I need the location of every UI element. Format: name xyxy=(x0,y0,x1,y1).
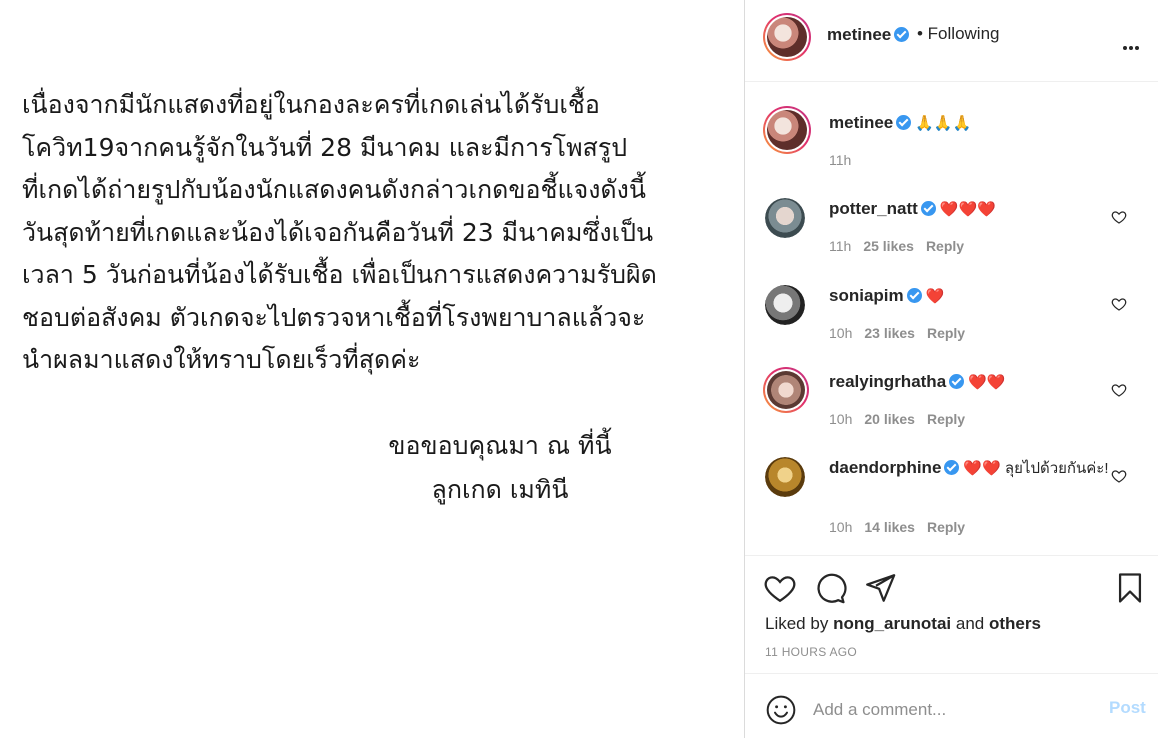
comment-text: ❤️ xyxy=(925,288,945,305)
post-header: metinee • Following xyxy=(745,0,1158,82)
comment-text-line: potter_natt ❤️❤️❤️ xyxy=(829,198,1109,221)
caption-text: 🙏🙏🙏 xyxy=(915,115,972,132)
comment-likes[interactable]: 25 likes xyxy=(863,238,914,254)
comment-meta: 10h 23 likes Reply xyxy=(829,325,965,341)
like-comment-heart-icon[interactable] xyxy=(1111,382,1127,398)
reply-button[interactable]: Reply xyxy=(927,519,965,535)
post-image-signoff: ขอขอบคุณมา ณ ที่นี้ ลูกเกด เมทินี xyxy=(388,431,612,504)
comment-text-line: realyingrhatha ❤️❤️ xyxy=(829,371,1109,394)
comment-likes[interactable]: 14 likes xyxy=(864,519,915,535)
comment-text-line: daendorphine ❤️❤️ ลุยไปด้วยกันค่ะ! xyxy=(829,457,1109,480)
caption-avatar[interactable] xyxy=(763,106,811,154)
reply-button[interactable]: Reply xyxy=(927,325,965,341)
comment-username[interactable]: soniapim xyxy=(829,286,904,305)
author-avatar[interactable] xyxy=(763,13,811,61)
caption-meta: 11h xyxy=(829,152,851,168)
comment-username[interactable]: potter_natt xyxy=(829,199,918,218)
comment-likes[interactable]: 23 likes xyxy=(864,325,915,341)
comment-meta: 10h 20 likes Reply xyxy=(829,411,965,427)
emoji-smile-icon[interactable] xyxy=(765,694,797,726)
comment-text-line: soniapim ❤️ xyxy=(829,285,1109,308)
comment-username[interactable]: daendorphine xyxy=(829,458,941,477)
comment-time: 11h xyxy=(829,238,852,254)
like-comment-heart-icon[interactable] xyxy=(1111,209,1127,225)
comment-time: 10h xyxy=(829,411,853,427)
like-heart-icon[interactable] xyxy=(763,571,797,605)
verified-icon xyxy=(944,460,960,475)
reply-button[interactable]: Reply xyxy=(927,411,965,427)
like-comment-heart-icon[interactable] xyxy=(1111,296,1127,312)
verified-icon xyxy=(920,201,936,216)
post-comment-button[interactable]: Post xyxy=(1109,698,1146,718)
caption-text-line: metinee 🙏🙏🙏 xyxy=(829,112,1109,135)
author-name-wrap: metinee xyxy=(827,25,910,45)
comment-username[interactable]: realyingrhatha xyxy=(829,372,946,391)
comment-time: 10h xyxy=(829,325,853,341)
liked-by-user[interactable]: nong_arunotai xyxy=(833,614,951,633)
post-side-panel: metinee • Following metinee 🙏🙏🙏 11h potte… xyxy=(744,0,1158,738)
author-username[interactable]: metinee xyxy=(827,25,891,44)
post-image-body-text: เนื่องจากมีนักแสดงที่อยู่ในกองละครที่เกด… xyxy=(22,90,657,374)
post-time-ago[interactable]: 11 HOURS AGO xyxy=(765,645,857,659)
reply-button[interactable]: Reply xyxy=(926,238,964,254)
comments-list: metinee 🙏🙏🙏 11h potter_natt ❤️❤️❤️ 11h 25 l… xyxy=(745,82,1158,554)
post-image: เนื่องจากมีนักแสดงที่อยู่ในกองละครที่เกด… xyxy=(0,0,744,738)
like-comment-heart-icon[interactable] xyxy=(1111,468,1127,484)
liked-by-and: and xyxy=(955,614,985,633)
comment-avatar[interactable] xyxy=(765,198,805,238)
comment-avatar[interactable] xyxy=(765,457,805,497)
more-options-icon[interactable] xyxy=(1123,35,1143,50)
comment-text: ❤️❤️ ลุยไปด้วยกันค่ะ! xyxy=(963,460,1109,477)
following-button[interactable]: • Following xyxy=(917,24,1000,44)
share-paper-plane-icon[interactable] xyxy=(863,571,897,605)
caption-time: 11h xyxy=(829,152,852,168)
verified-icon xyxy=(896,115,912,130)
save-bookmark-icon[interactable] xyxy=(1113,571,1147,605)
liked-by: Liked by nong_arunotai and others xyxy=(765,614,1041,634)
comment-time: 10h xyxy=(829,519,853,535)
comment-meta: 11h 25 likes Reply xyxy=(829,238,964,254)
add-comment-bar: Post xyxy=(745,673,1158,738)
comment-text: ❤️❤️❤️ xyxy=(939,201,996,218)
verified-icon xyxy=(906,288,922,303)
post-actions: Liked by nong_arunotai and others 11 HOU… xyxy=(745,555,1158,673)
verified-icon xyxy=(894,27,910,42)
comment-avatar[interactable] xyxy=(765,285,805,325)
liked-by-others[interactable]: others xyxy=(989,614,1041,633)
caption-username[interactable]: metinee xyxy=(829,113,893,132)
comment-input[interactable] xyxy=(813,696,1093,724)
comment-likes[interactable]: 20 likes xyxy=(864,411,915,427)
comment-meta: 10h 14 likes Reply xyxy=(829,519,965,535)
comment-avatar[interactable] xyxy=(763,367,809,413)
comment-bubble-icon[interactable] xyxy=(813,571,847,605)
comment-text: ❤️❤️ xyxy=(968,374,1006,391)
verified-icon xyxy=(949,374,965,389)
liked-by-prefix: Liked by xyxy=(765,614,829,633)
